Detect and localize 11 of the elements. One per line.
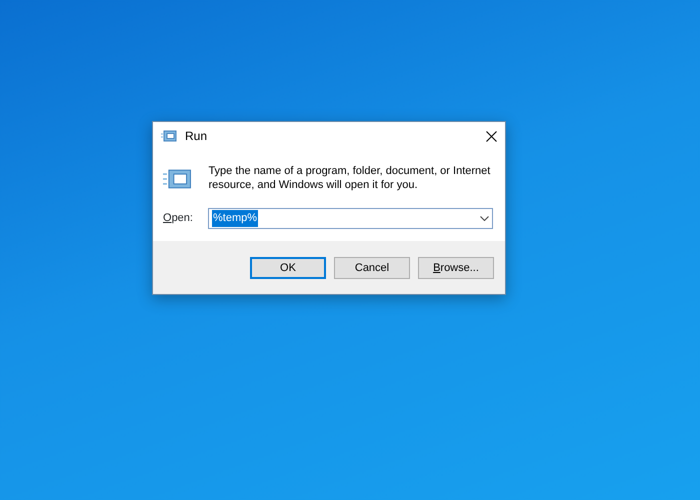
open-combobox[interactable]: %temp% xyxy=(208,208,493,229)
dropdown-caret-icon[interactable] xyxy=(480,216,489,221)
run-app-icon xyxy=(161,130,177,142)
run-app-icon xyxy=(163,168,192,190)
ok-button[interactable]: OK xyxy=(250,257,326,279)
cancel-button[interactable]: Cancel xyxy=(334,257,410,279)
instruction-text: Type the name of a program, folder, document, or Internet resource, and Windows will open it for you. xyxy=(208,164,492,192)
window-title: Run xyxy=(185,128,208,145)
open-label: Open: xyxy=(163,211,194,226)
browse-button[interactable]: Browse... xyxy=(418,257,494,279)
close-icon[interactable] xyxy=(486,130,497,142)
